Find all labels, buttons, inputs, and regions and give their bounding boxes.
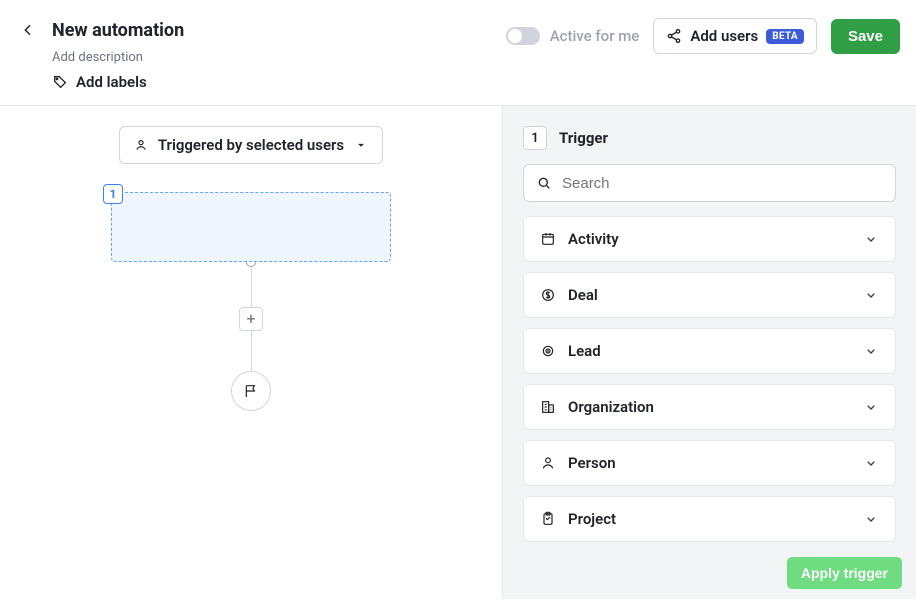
canvas: Triggered by selected users 1 + xyxy=(0,106,502,599)
beta-badge: BETA xyxy=(766,29,804,44)
person-icon xyxy=(134,138,148,152)
category-activity[interactable]: Activity xyxy=(523,216,896,262)
active-toggle-wrap: Active for me xyxy=(506,27,640,45)
category-lead[interactable]: Lead xyxy=(523,328,896,374)
tag-icon xyxy=(52,74,68,90)
apply-trigger-button[interactable]: Apply trigger xyxy=(787,557,902,589)
trigger-step-number: 1 xyxy=(103,184,123,204)
dollar-icon xyxy=(540,287,556,303)
panel-title: Trigger xyxy=(559,129,608,147)
search-icon xyxy=(536,175,552,191)
arrow-left-icon xyxy=(20,22,36,38)
back-button[interactable] xyxy=(16,18,40,42)
add-users-button[interactable]: Add users BETA xyxy=(653,18,817,54)
category-project[interactable]: Project xyxy=(523,496,896,542)
chevron-down-icon xyxy=(863,511,879,527)
chevron-down-icon xyxy=(863,287,879,303)
chevron-down-icon xyxy=(863,343,879,359)
category-label: Activity xyxy=(568,230,619,248)
trigger-user-select[interactable]: Triggered by selected users xyxy=(119,126,383,164)
building-icon xyxy=(540,399,556,415)
title-row: New automation xyxy=(16,18,184,42)
connector-line-2 xyxy=(251,331,252,371)
trigger-node[interactable] xyxy=(111,192,391,262)
category-label: Deal xyxy=(568,286,598,304)
trigger-node-wrap: 1 xyxy=(111,192,391,262)
clipboard-icon xyxy=(540,511,556,527)
main: Triggered by selected users 1 + 1 Trigge… xyxy=(0,106,916,599)
add-labels-text: Add labels xyxy=(76,73,147,91)
target-icon xyxy=(540,343,556,359)
category-deal[interactable]: Deal xyxy=(523,272,896,318)
flag-icon xyxy=(243,383,259,399)
add-labels[interactable]: Add labels xyxy=(52,73,184,91)
category-label: Person xyxy=(568,454,616,472)
add-users-label: Add users xyxy=(690,27,758,45)
category-label: Lead xyxy=(568,342,601,360)
page-title[interactable]: New automation xyxy=(52,20,184,41)
add-step-button[interactable]: + xyxy=(239,307,263,331)
header-left: New automation Add description Add label… xyxy=(16,18,184,91)
chevron-down-icon xyxy=(863,455,879,471)
connector-line xyxy=(251,267,252,307)
search-input[interactable] xyxy=(562,175,883,192)
header: New automation Add description Add label… xyxy=(0,0,916,106)
category-organization[interactable]: Organization xyxy=(523,384,896,430)
chevron-down-icon xyxy=(863,399,879,415)
category-label: Project xyxy=(568,510,616,528)
save-button[interactable]: Save xyxy=(831,19,900,54)
share-icon xyxy=(666,28,682,44)
header-right: Active for me Add users BETA Save xyxy=(506,18,900,54)
caret-down-icon xyxy=(354,138,368,152)
trigger-category-list: Activity Deal Lead xyxy=(523,216,896,542)
trigger-panel: 1 Trigger Activity Dea xyxy=(502,106,916,599)
trigger-user-select-label: Triggered by selected users xyxy=(158,136,344,154)
calendar-icon xyxy=(540,231,556,247)
panel-title-row: 1 Trigger xyxy=(523,126,896,150)
category-person[interactable]: Person xyxy=(523,440,896,486)
active-toggle[interactable] xyxy=(506,27,540,45)
active-toggle-label: Active for me xyxy=(550,27,640,45)
search-box[interactable] xyxy=(523,164,896,202)
person-icon xyxy=(540,455,556,471)
end-node xyxy=(231,371,271,411)
chevron-down-icon xyxy=(863,231,879,247)
panel-body: 1 Trigger Activity Dea xyxy=(503,106,916,562)
panel-step-number: 1 xyxy=(523,126,547,150)
panel-footer: Apply trigger xyxy=(773,547,916,599)
add-description[interactable]: Add description xyxy=(52,50,184,65)
category-label: Organization xyxy=(568,398,654,416)
